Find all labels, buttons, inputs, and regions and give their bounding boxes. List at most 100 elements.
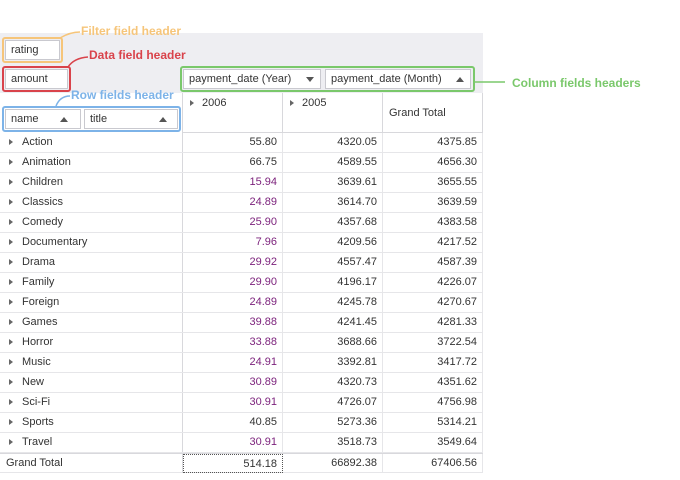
cell-2005: 3392.81 bbox=[283, 353, 383, 372]
row-label[interactable]: Horror bbox=[0, 333, 183, 352]
cell-grand-total: 5314.21 bbox=[383, 413, 483, 432]
grand-total-total: 67406.56 bbox=[383, 454, 483, 473]
cell-2006: 24.89 bbox=[183, 293, 283, 312]
row-label[interactable]: Comedy bbox=[0, 213, 183, 232]
row-label-text: Sci-Fi bbox=[22, 396, 51, 408]
expand-icon[interactable] bbox=[9, 379, 13, 385]
cell-2005: 4357.68 bbox=[283, 213, 383, 232]
col-header-2005[interactable]: 2005 bbox=[283, 93, 383, 133]
expand-icon[interactable] bbox=[9, 279, 13, 285]
cell-2005: 4589.55 bbox=[283, 153, 383, 172]
expand-icon[interactable] bbox=[9, 139, 13, 145]
table-row[interactable]: Drama 29.92 4557.47 4587.39 bbox=[0, 253, 483, 273]
table-row[interactable]: Comedy 25.90 4357.68 4383.58 bbox=[0, 213, 483, 233]
row-label-text: Comedy bbox=[22, 216, 63, 228]
cell-2006: 30.89 bbox=[183, 373, 283, 392]
expand-icon[interactable] bbox=[9, 359, 13, 365]
table-row[interactable]: Foreign 24.89 4245.78 4270.67 bbox=[0, 293, 483, 313]
col-header-2005-label: 2005 bbox=[302, 97, 327, 109]
row-label[interactable]: Children bbox=[0, 173, 183, 192]
cell-grand-total: 3655.55 bbox=[383, 173, 483, 192]
row-label[interactable]: Foreign bbox=[0, 293, 183, 312]
expand-icon[interactable] bbox=[9, 439, 13, 445]
cell-2005: 4557.47 bbox=[283, 253, 383, 272]
table-row[interactable]: New 30.89 4320.73 4351.62 bbox=[0, 373, 483, 393]
row-label[interactable]: New bbox=[0, 373, 183, 392]
table-row[interactable]: Sci-Fi 30.91 4726.07 4756.98 bbox=[0, 393, 483, 413]
data-connector bbox=[67, 56, 89, 68]
row-label[interactable]: Sports bbox=[0, 413, 183, 432]
row-label-text: Animation bbox=[22, 156, 71, 168]
cell-grand-total: 4270.67 bbox=[383, 293, 483, 312]
cell-2006: 15.94 bbox=[183, 173, 283, 192]
row-label[interactable]: Games bbox=[0, 313, 183, 332]
col-header-2006[interactable]: 2006 bbox=[183, 93, 283, 133]
cell-2006: 66.75 bbox=[183, 153, 283, 172]
expand-icon[interactable] bbox=[290, 100, 294, 106]
data-callout: Data field header bbox=[89, 48, 186, 62]
filter-callout: Filter field header bbox=[81, 24, 182, 38]
expand-icon[interactable] bbox=[9, 259, 13, 265]
cell-2005: 3688.66 bbox=[283, 333, 383, 352]
row-label[interactable]: Music bbox=[0, 353, 183, 372]
column-callout: Column fields headers bbox=[512, 76, 641, 90]
row-label[interactable]: Travel bbox=[0, 433, 183, 452]
table-row[interactable]: Family 29.90 4196.17 4226.07 bbox=[0, 273, 483, 293]
cell-2005: 4245.78 bbox=[283, 293, 383, 312]
row-label-text: Music bbox=[22, 356, 51, 368]
row-label[interactable]: Documentary bbox=[0, 233, 183, 252]
cell-grand-total: 4281.33 bbox=[383, 313, 483, 332]
expand-icon[interactable] bbox=[9, 219, 13, 225]
table-row[interactable]: Games 39.88 4241.45 4281.33 bbox=[0, 313, 483, 333]
cell-2006: 29.92 bbox=[183, 253, 283, 272]
table-row[interactable]: Music 24.91 3392.81 3417.72 bbox=[0, 353, 483, 373]
table-row[interactable]: Children 15.94 3639.61 3655.55 bbox=[0, 173, 483, 193]
row-label[interactable]: Drama bbox=[0, 253, 183, 272]
cell-grand-total: 4375.85 bbox=[383, 133, 483, 152]
row-label-text: New bbox=[22, 376, 45, 388]
row-label-text: Family bbox=[22, 276, 55, 288]
table-row[interactable]: Action 55.80 4320.05 4375.85 bbox=[0, 133, 483, 153]
row-label-text: Foreign bbox=[22, 296, 60, 308]
row-label[interactable]: Action bbox=[0, 133, 183, 152]
expand-icon[interactable] bbox=[9, 199, 13, 205]
row-label-text: Children bbox=[22, 176, 63, 188]
cell-2006: 33.88 bbox=[183, 333, 283, 352]
cell-grand-total: 4226.07 bbox=[383, 273, 483, 292]
cell-2006: 55.80 bbox=[183, 133, 283, 152]
row-label[interactable]: Family bbox=[0, 273, 183, 292]
table-row[interactable]: Documentary 7.96 4209.56 4217.52 bbox=[0, 233, 483, 253]
cell-2005: 4726.07 bbox=[283, 393, 383, 412]
table-row[interactable]: Horror 33.88 3688.66 3722.54 bbox=[0, 333, 483, 353]
expand-icon[interactable] bbox=[9, 299, 13, 305]
cell-2006: 29.90 bbox=[183, 273, 283, 292]
table-row[interactable]: Animation 66.75 4589.55 4656.30 bbox=[0, 153, 483, 173]
expand-icon[interactable] bbox=[9, 239, 13, 245]
cell-2005: 3639.61 bbox=[283, 173, 383, 192]
row-label[interactable]: Animation bbox=[0, 153, 183, 172]
expand-icon[interactable] bbox=[9, 179, 13, 185]
col-header-grand-total: Grand Total bbox=[383, 93, 483, 133]
expand-icon[interactable] bbox=[9, 419, 13, 425]
row-label-text: Documentary bbox=[22, 236, 88, 248]
row-area-divider bbox=[182, 93, 183, 133]
cell-2005: 4241.45 bbox=[283, 313, 383, 332]
table-row[interactable]: Sports 40.85 5273.36 5314.21 bbox=[0, 413, 483, 433]
cell-2006: 24.91 bbox=[183, 353, 283, 372]
expand-icon[interactable] bbox=[9, 339, 13, 345]
row-label-text: Horror bbox=[22, 336, 54, 348]
expand-icon[interactable] bbox=[9, 319, 13, 325]
row-label[interactable]: Classics bbox=[0, 193, 183, 212]
cell-grand-total: 3639.59 bbox=[383, 193, 483, 212]
expand-icon[interactable] bbox=[9, 399, 13, 405]
expand-icon[interactable] bbox=[190, 100, 194, 106]
table-row[interactable]: Classics 24.89 3614.70 3639.59 bbox=[0, 193, 483, 213]
grand-total-2006[interactable]: 514.18 bbox=[183, 454, 283, 473]
col-header-grand-total-label: Grand Total bbox=[389, 107, 446, 119]
expand-icon[interactable] bbox=[9, 159, 13, 165]
table-row[interactable]: Travel 30.91 3518.73 3549.64 bbox=[0, 433, 483, 453]
cell-grand-total: 4351.62 bbox=[383, 373, 483, 392]
row-label-text: Action bbox=[22, 136, 53, 148]
cell-grand-total: 4656.30 bbox=[383, 153, 483, 172]
row-label[interactable]: Sci-Fi bbox=[0, 393, 183, 412]
